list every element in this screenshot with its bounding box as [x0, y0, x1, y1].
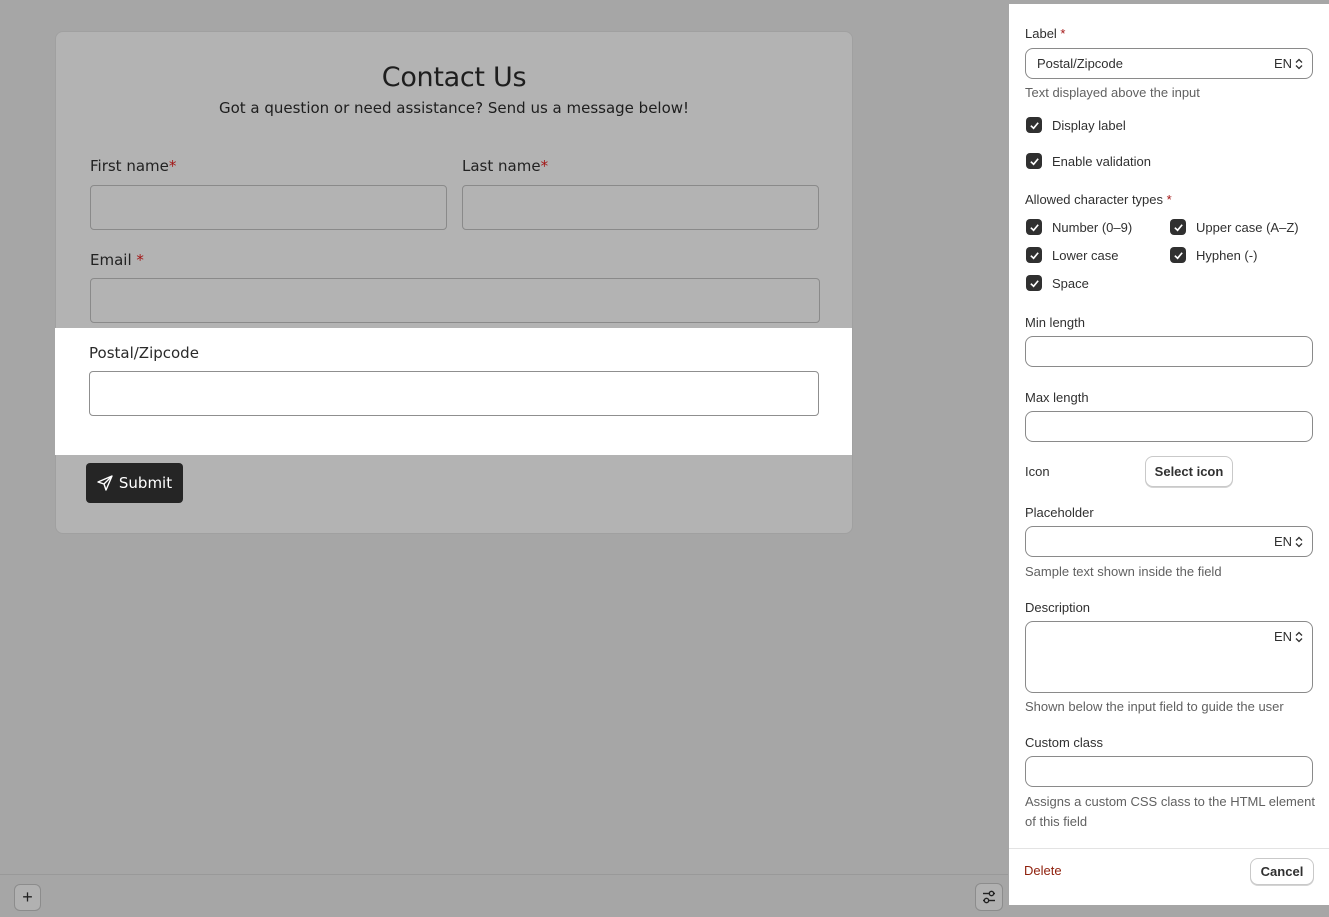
email-input[interactable] [90, 278, 820, 323]
description-textarea[interactable]: EN [1025, 621, 1313, 693]
custom-class-input[interactable] [1025, 756, 1313, 787]
language-selector[interactable]: EN [1274, 534, 1303, 549]
chevron-up-down-icon [1295, 631, 1303, 642]
field-settings-panel: Label * Postal/Zipcode EN Text displayed… [1009, 4, 1329, 905]
checkbox-label: Space [1052, 275, 1089, 291]
form-preview-card: Contact Us Got a question or need assist… [55, 31, 853, 534]
checkbox-label: Number (0–9) [1052, 219, 1133, 235]
char-type-number-checkbox[interactable]: Number (0–9) [1026, 219, 1132, 235]
chevron-up-down-icon [1295, 58, 1303, 69]
checkmark-icon [1026, 219, 1042, 235]
checkmark-icon [1026, 117, 1042, 133]
description-help-text: Shown below the input field to guide the… [1025, 699, 1284, 714]
bottom-toolbar [0, 874, 1008, 917]
checkbox-label: Enable validation [1052, 153, 1152, 169]
language-selector[interactable]: EN [1274, 56, 1303, 71]
cancel-button[interactable]: Cancel [1250, 858, 1314, 885]
required-mark: * [1060, 26, 1066, 41]
checkbox-label: Upper case (A–Z) [1196, 219, 1299, 235]
max-length-input[interactable] [1025, 411, 1313, 442]
selected-field-postal[interactable]: Postal/Zipcode [55, 328, 852, 455]
custom-class-help-text: Assigns a custom CSS class to the HTML e… [1025, 794, 1315, 829]
required-mark: * [168, 157, 177, 175]
settings-button[interactable] [975, 883, 1003, 911]
sliders-icon [983, 890, 995, 904]
required-mark: * [540, 157, 549, 175]
label-field-label: Label * [1025, 26, 1066, 41]
char-type-uppercase-checkbox[interactable]: Upper case (A–Z) [1170, 219, 1299, 235]
label-input-value: Postal/Zipcode [1037, 56, 1123, 71]
checkbox-label: Hyphen (-) [1196, 247, 1258, 263]
submit-button[interactable]: Submit [86, 463, 183, 503]
submit-label: Submit [118, 474, 173, 492]
postal-input[interactable] [89, 371, 819, 416]
last-name-input[interactable] [462, 185, 819, 230]
checkmark-icon [1170, 219, 1186, 235]
label-help-text: Text displayed above the input [1025, 85, 1200, 100]
last-name-label: Last name* [462, 157, 549, 175]
first-name-label: First name* [90, 157, 177, 175]
language-code: EN [1273, 56, 1292, 71]
char-type-hyphen-checkbox[interactable]: Hyphen (-) [1170, 247, 1257, 263]
min-length-label: Min length [1025, 315, 1085, 330]
placeholder-help-text: Sample text shown inside the field [1025, 564, 1222, 579]
description-label: Description [1025, 600, 1091, 615]
checkmark-icon [1026, 153, 1042, 169]
language-code: EN [1273, 629, 1292, 644]
display-label-checkbox[interactable]: Display label [1026, 117, 1126, 133]
char-type-lowercase-checkbox[interactable]: Lower case [1026, 247, 1118, 263]
plus-icon: + [22, 887, 33, 907]
placeholder-label: Placeholder [1025, 505, 1094, 520]
form-title: Contact Us [381, 62, 527, 93]
custom-class-label: Custom class [1025, 735, 1104, 750]
select-icon-button[interactable]: Select icon [1145, 456, 1233, 487]
placeholder-input[interactable]: EN [1025, 526, 1313, 557]
required-mark: * [136, 251, 144, 269]
chevron-up-down-icon [1295, 536, 1303, 547]
send-icon [97, 475, 113, 491]
checkbox-label: Lower case [1052, 247, 1119, 263]
enable-validation-checkbox[interactable]: Enable validation [1026, 153, 1151, 169]
language-code: EN [1273, 534, 1292, 549]
checkmark-icon [1170, 247, 1186, 263]
panel-footer-divider [1009, 848, 1329, 849]
email-label: Email * [90, 251, 144, 269]
char-type-space-checkbox[interactable]: Space [1026, 275, 1089, 291]
checkmark-icon [1026, 247, 1042, 263]
icon-label: Icon [1025, 464, 1050, 479]
min-length-input[interactable] [1025, 336, 1313, 367]
form-canvas: Contact Us Got a question or need assist… [0, 0, 1008, 917]
checkmark-icon [1026, 275, 1042, 291]
label-input[interactable]: Postal/Zipcode EN [1025, 48, 1313, 79]
required-mark: * [1166, 192, 1172, 207]
postal-label: Postal/Zipcode [89, 344, 199, 362]
form-subtitle: Got a question or need assistance? Send … [218, 99, 690, 117]
max-length-label: Max length [1025, 390, 1089, 405]
first-name-input[interactable] [90, 185, 447, 230]
checkbox-label: Display label [1052, 117, 1126, 133]
language-selector[interactable]: EN [1274, 629, 1303, 644]
add-field-button[interactable]: + [14, 884, 41, 911]
char-types-label: Allowed character types * [1025, 192, 1172, 207]
delete-button[interactable]: Delete [1024, 863, 1062, 878]
